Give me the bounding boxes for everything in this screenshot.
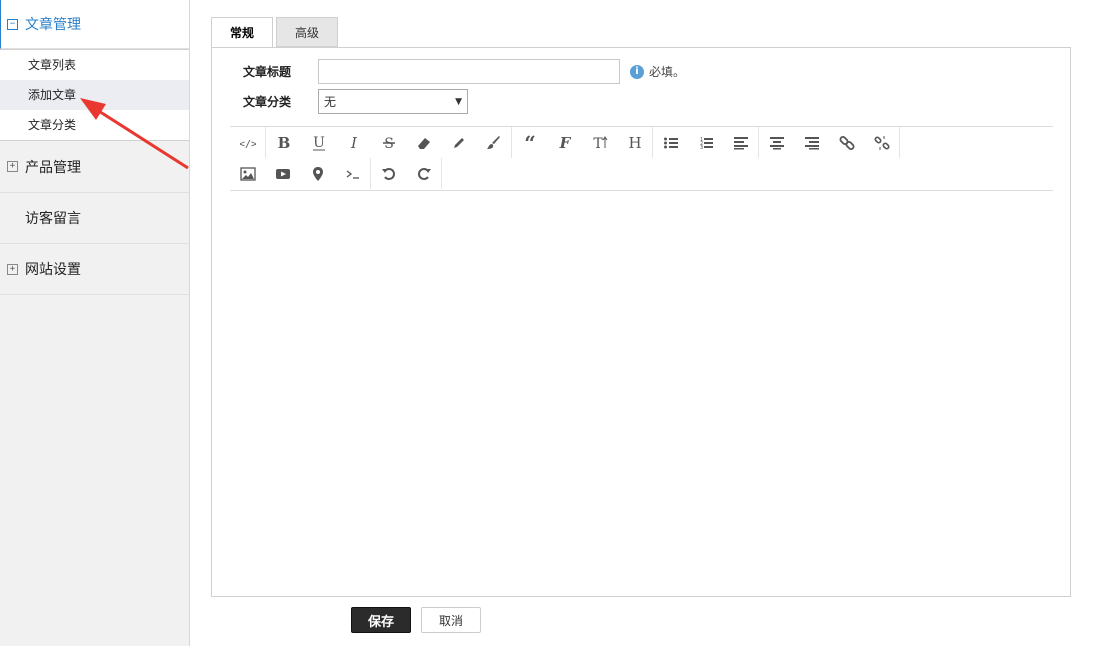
numbered-list-icon[interactable]: 123 — [688, 127, 723, 158]
required-hint-text: 必填。 — [649, 65, 686, 79]
svg-text:“: “ — [524, 135, 536, 151]
toolbar-row-2 — [230, 158, 442, 189]
expand-icon[interactable]: + — [7, 161, 18, 172]
sidebar-submenu: 文章列表 添加文章 文章分类 — [0, 49, 189, 141]
svg-text:B: B — [277, 135, 290, 151]
align-left-icon[interactable] — [723, 127, 758, 158]
italic-icon[interactable]: I — [336, 127, 371, 158]
font-size-icon[interactable]: T — [582, 127, 617, 158]
title-input[interactable] — [318, 59, 620, 84]
video-icon[interactable] — [265, 158, 300, 189]
tab-general[interactable]: 常规 — [211, 17, 273, 48]
toolbar-group: </> — [230, 127, 266, 158]
title-row: 文章标题 i 必填。 — [243, 59, 685, 84]
svg-text:</>: </> — [240, 139, 256, 150]
title-label: 文章标题 — [243, 65, 292, 79]
quote-icon[interactable]: “ — [512, 127, 547, 158]
svg-text:3: 3 — [700, 145, 703, 151]
form-panel: 文章标题 i 必填。 文章分类 无 ▼ </> B U IS “ F T H 123 — [211, 47, 1071, 597]
undo-icon[interactable] — [371, 158, 406, 189]
strikethrough-icon[interactable]: S — [371, 127, 406, 158]
image-icon[interactable] — [230, 158, 265, 189]
toolbar-group — [759, 127, 900, 158]
sidebar-item-add-article[interactable]: 添加文章 — [0, 80, 189, 110]
bullet-list-icon[interactable] — [653, 127, 688, 158]
svg-text:T: T — [593, 136, 603, 151]
sidebar-group-label: 产品管理 — [25, 159, 81, 176]
svg-text:H: H — [628, 135, 641, 151]
redo-icon[interactable] — [406, 158, 441, 189]
code-icon[interactable]: </> — [230, 127, 265, 158]
link-icon[interactable] — [829, 127, 864, 158]
info-icon: i — [630, 64, 644, 79]
sidebar-item-article-category[interactable]: 文章分类 — [0, 110, 189, 140]
svg-text:F: F — [558, 135, 571, 151]
tab-advanced[interactable]: 高级 — [276, 17, 338, 47]
unlink-icon[interactable] — [864, 127, 899, 158]
category-row: 文章分类 无 ▼ — [243, 89, 468, 114]
pencil-icon[interactable] — [441, 127, 476, 158]
underline-icon[interactable]: U — [301, 127, 336, 158]
category-label: 文章分类 — [243, 95, 292, 109]
sidebar: − 文章管理 文章列表 添加文章 文章分类 + 产品管理 访客留言 + 网站设置 — [0, 0, 190, 646]
expand-icon[interactable]: + — [7, 263, 18, 275]
toolbar-group — [230, 158, 371, 189]
align-center-icon[interactable] — [759, 127, 794, 158]
sidebar-group-product-management[interactable]: + 产品管理 — [0, 141, 189, 193]
eraser-icon[interactable] — [406, 127, 441, 158]
sidebar-group-article-management[interactable]: − 文章管理 — [0, 0, 189, 49]
map-pin-icon[interactable] — [300, 158, 335, 189]
font-icon[interactable]: F — [547, 127, 582, 158]
svg-text:I: I — [350, 135, 358, 151]
editor-toolbar: </> B U IS “ F T H 123 — [230, 126, 1053, 191]
category-select[interactable]: 无 ▼ — [318, 89, 468, 114]
bold-icon[interactable]: B — [266, 127, 301, 158]
sidebar-group-visitor-messages[interactable]: 访客留言 — [0, 193, 189, 244]
collapse-icon[interactable]: − — [7, 18, 18, 30]
toolbar-row-1: </> B U IS “ F T H 123 — [230, 127, 900, 158]
sidebar-group-site-settings[interactable]: + 网站设置 — [0, 244, 189, 295]
terminal-icon[interactable] — [335, 158, 370, 189]
sidebar-group-label: 网站设置 — [25, 262, 81, 278]
toolbar-group: 123 — [653, 127, 759, 158]
heading-icon[interactable]: H — [617, 127, 652, 158]
sidebar-group-label: 文章管理 — [25, 17, 81, 33]
toolbar-group — [371, 158, 442, 189]
cancel-button[interactable]: 取消 — [421, 607, 481, 633]
save-button[interactable]: 保存 — [351, 607, 411, 633]
brush-icon[interactable] — [476, 127, 511, 158]
sidebar-group-label: 访客留言 — [25, 211, 81, 227]
toolbar-group: B U IS — [266, 127, 512, 158]
align-right-icon[interactable] — [794, 127, 829, 158]
toolbar-group: “ F T H — [512, 127, 653, 158]
dropdown-arrow-icon: ▼ — [455, 96, 462, 107]
svg-text:U: U — [313, 135, 325, 151]
required-hint: i 必填。 — [630, 63, 685, 80]
editor-content-area[interactable] — [230, 191, 1053, 591]
sidebar-item-article-list[interactable]: 文章列表 — [0, 50, 189, 80]
category-selected-value: 无 — [324, 95, 337, 109]
